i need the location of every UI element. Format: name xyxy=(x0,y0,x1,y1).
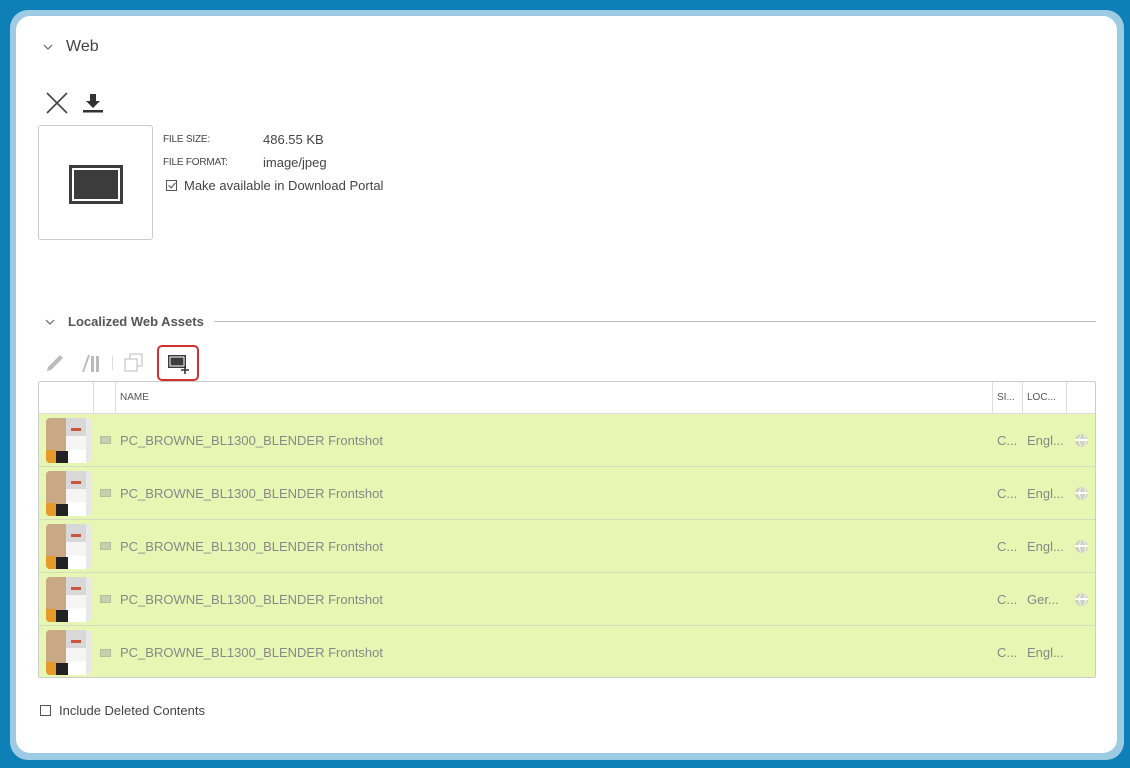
row-name: PC_BROWNE_BL1300_BLENDER Frontshot xyxy=(120,432,384,448)
column-header-thumbnail[interactable] xyxy=(39,382,94,413)
row-type-cell xyxy=(94,467,116,519)
row-locale: Engl... xyxy=(1027,645,1064,660)
row-actions-cell xyxy=(1067,414,1095,466)
download-portal-checkbox[interactable] xyxy=(166,179,177,191)
row-type-cell xyxy=(94,520,116,572)
file-format-label: FILE FORMAT: xyxy=(163,157,228,168)
column-header-type[interactable] xyxy=(94,382,116,413)
row-actions-cell xyxy=(1067,626,1095,677)
row-thumbnail-cell xyxy=(39,414,94,466)
row-locale: Engl... xyxy=(1027,538,1064,554)
row-locale: Engl... xyxy=(1027,485,1064,501)
file-size-label: FILE SIZE: xyxy=(163,134,210,145)
row-type-cell xyxy=(94,626,116,677)
row-name: PC_BROWNE_BL1300_BLENDER Frontshot xyxy=(120,485,384,501)
pencil-icon xyxy=(47,355,63,371)
include-deleted-option[interactable]: Include Deleted Contents xyxy=(40,703,205,718)
include-deleted-label: Include Deleted Contents xyxy=(59,703,205,718)
table-header: NAME SI... LOC... xyxy=(39,382,1095,414)
image-type-icon xyxy=(99,595,111,603)
chevron-down-icon[interactable] xyxy=(42,41,54,53)
add-image-button[interactable] xyxy=(157,345,199,381)
row-type-cell xyxy=(94,414,116,466)
download-icon[interactable] xyxy=(82,92,104,114)
table-row[interactable]: PC_BROWNE_BL1300_BLENDER Frontshot C... … xyxy=(39,573,1095,626)
globe-icon[interactable] xyxy=(1074,486,1088,500)
asset-thumbnail[interactable] xyxy=(46,523,91,569)
image-type-icon xyxy=(99,436,111,444)
asset-thumbnail[interactable] xyxy=(46,576,91,622)
row-size: C... xyxy=(997,538,1018,554)
web-section-header[interactable]: Web xyxy=(42,38,99,56)
row-thumbnail-cell xyxy=(39,626,94,677)
image-type-icon xyxy=(99,648,111,657)
add-image-icon xyxy=(168,355,189,374)
localized-assets-header[interactable]: Localized Web Assets xyxy=(44,314,1096,329)
table-row[interactable]: PC_BROWNE_BL1300_BLENDER Frontshot C... … xyxy=(39,520,1095,573)
localized-toolbar xyxy=(42,345,209,381)
column-header-actions xyxy=(1067,382,1095,413)
row-name: PC_BROWNE_BL1300_BLENDER Frontshot xyxy=(120,645,384,660)
row-size: C... xyxy=(997,485,1018,501)
image-type-icon xyxy=(99,489,111,497)
row-size: C... xyxy=(997,432,1018,448)
row-type-cell xyxy=(94,573,116,625)
row-thumbnail-cell xyxy=(39,467,94,519)
copy-button[interactable] xyxy=(121,350,147,376)
file-size-value: 486.55 KB xyxy=(263,132,324,147)
asset-thumbnail[interactable] xyxy=(46,630,91,675)
row-size: C... xyxy=(997,591,1018,607)
row-thumbnail-cell xyxy=(39,520,94,572)
section-title: Web xyxy=(66,38,99,55)
row-name: PC_BROWNE_BL1300_BLENDER Frontshot xyxy=(120,591,384,607)
row-locale: Ger... xyxy=(1027,591,1059,607)
column-header-locale[interactable]: LOC... xyxy=(1023,382,1067,413)
row-size: C... xyxy=(997,645,1018,660)
image-placeholder-icon xyxy=(69,165,123,204)
row-locale: Engl... xyxy=(1027,432,1064,448)
toolbar-separator xyxy=(112,356,113,370)
close-icon[interactable] xyxy=(45,91,69,115)
globe-icon[interactable] xyxy=(1074,539,1088,553)
compare-button[interactable] xyxy=(78,350,104,376)
edit-button[interactable] xyxy=(42,350,68,376)
asset-thumbnail[interactable] xyxy=(46,470,91,516)
column-header-name[interactable]: NAME xyxy=(116,382,993,413)
row-actions-cell xyxy=(1067,520,1095,572)
download-portal-option[interactable]: Make available in Download Portal xyxy=(166,174,383,196)
row-name: PC_BROWNE_BL1300_BLENDER Frontshot xyxy=(120,538,384,554)
file-format-value: image/jpeg xyxy=(263,155,327,170)
download-portal-label: Make available in Download Portal xyxy=(184,177,384,193)
localized-assets-title: Localized Web Assets xyxy=(68,314,204,329)
image-type-icon xyxy=(99,542,111,550)
table-row[interactable]: PC_BROWNE_BL1300_BLENDER Frontshot C... … xyxy=(39,467,1095,520)
compare-icon xyxy=(82,355,99,372)
copy-icon xyxy=(124,353,143,372)
globe-icon[interactable] xyxy=(1074,433,1088,447)
chevron-down-icon[interactable] xyxy=(44,316,56,328)
file-metadata: FILE SIZE: 486.55 KB FILE FORMAT: image/… xyxy=(163,128,383,196)
globe-icon[interactable] xyxy=(1074,592,1088,606)
table-row[interactable]: PC_BROWNE_BL1300_BLENDER Frontshot C... … xyxy=(39,414,1095,467)
divider xyxy=(213,321,1096,322)
row-actions-cell xyxy=(1067,573,1095,625)
localized-assets-table: NAME SI... LOC... PC_BROWNE_BL1300_BLEND… xyxy=(38,381,1096,678)
asset-thumbnail[interactable] xyxy=(46,417,91,463)
column-header-size[interactable]: SI... xyxy=(993,382,1023,413)
row-thumbnail-cell xyxy=(39,573,94,625)
row-actions-cell xyxy=(1067,467,1095,519)
table-row[interactable]: PC_BROWNE_BL1300_BLENDER Frontshot C... … xyxy=(39,626,1095,677)
include-deleted-checkbox[interactable] xyxy=(40,705,51,716)
asset-preview[interactable] xyxy=(38,125,153,240)
